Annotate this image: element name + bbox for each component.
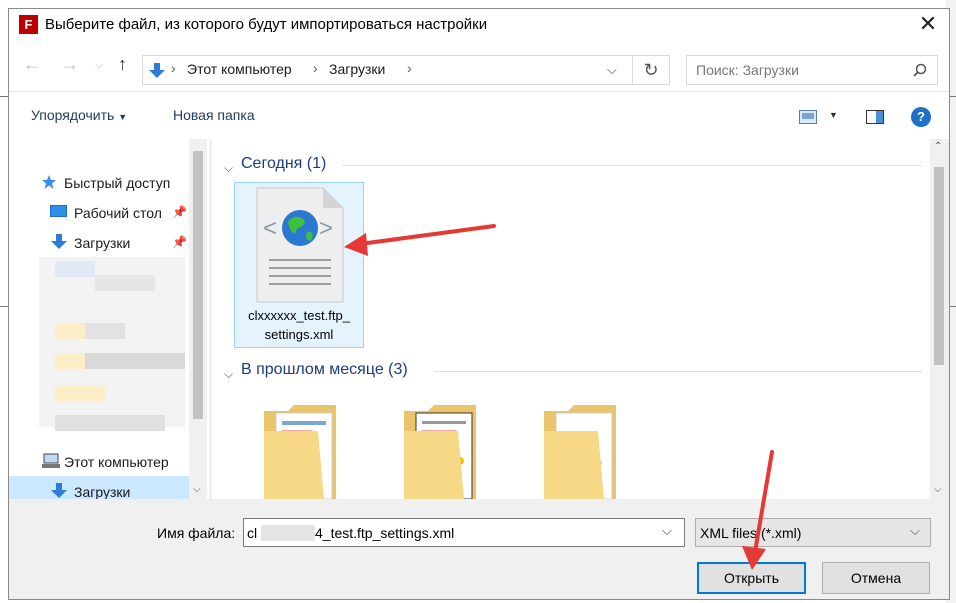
- search-box[interactable]: Поиск: Загрузки: [686, 55, 938, 85]
- organize-button[interactable]: Упорядочить ▼: [31, 107, 127, 123]
- navigation-pane: Быстрый доступ Рабочий стол 📌 Загрузки 📌…: [9, 139, 209, 506]
- desktop-icon: [50, 205, 67, 217]
- organize-dropdown-icon: ▼: [118, 112, 128, 122]
- address-bar[interactable]: › Этот компьютер › Загрузки › ⌵: [142, 55, 633, 85]
- breadcrumb-this-pc[interactable]: Этот компьютер: [187, 61, 292, 77]
- redacted-block: [85, 353, 185, 369]
- scroll-down-icon[interactable]: ⌵: [193, 484, 201, 495]
- filetype-dropdown-icon[interactable]: ⌵: [910, 523, 920, 539]
- redacted-block: [55, 385, 105, 401]
- redacted-block: [55, 415, 165, 431]
- filename-dropdown-icon[interactable]: ⌵: [662, 523, 672, 539]
- folder-icon[interactable]: [542, 401, 622, 499]
- breadcrumb-downloads[interactable]: Загрузки: [329, 61, 385, 77]
- file-list: ⌵ Сегодня (1) < > clxxxxxx_test.ftp_ set…: [212, 139, 930, 499]
- redacted-block: [55, 353, 85, 369]
- group-header-last-month[interactable]: В прошлом месяце (3): [241, 361, 408, 379]
- downloads-arrow-icon: [51, 483, 67, 498]
- search-icon: [913, 63, 927, 77]
- filename-suffix: 4_test.ftp_settings.xml: [315, 525, 455, 541]
- sidebar-item-this-pc[interactable]: Этот компьютер: [64, 454, 169, 470]
- filetype-value: XML files (*.xml): [700, 525, 802, 541]
- downloads-arrow-icon: [51, 234, 67, 249]
- filename-prefix: cl: [247, 525, 258, 541]
- collapse-chevron-icon[interactable]: ⌵: [224, 161, 233, 176]
- quick-access-item[interactable]: Быстрый доступ: [64, 175, 170, 191]
- filename-label: Имя файла:: [157, 525, 236, 541]
- open-button[interactable]: Открыть: [697, 562, 806, 594]
- dialog-title: Выберите файл, из которого будут импорти…: [45, 16, 488, 33]
- recent-locations-chevron-icon[interactable]: ⌵: [95, 59, 103, 72]
- sidebar-item-desktop[interactable]: Рабочий стол: [74, 205, 162, 221]
- svg-text:>: >: [319, 215, 333, 242]
- search-placeholder: Поиск: Загрузки: [696, 62, 799, 78]
- redacted-block: [95, 275, 155, 291]
- navigation-row: ← → ⌵ ↑ › Этот компьютер › Загрузки › ⌵ …: [9, 41, 949, 91]
- downloads-arrow-icon: [149, 63, 165, 78]
- breadcrumb-chevron-icon: ›: [313, 60, 318, 76]
- close-button[interactable]: ✕: [907, 9, 949, 41]
- folder-icon[interactable]: [402, 401, 482, 499]
- sidebar-item-downloads-label: Загрузки: [74, 484, 131, 500]
- view-options-icon[interactable]: [799, 110, 817, 124]
- back-arrow-icon[interactable]: ←: [23, 54, 41, 75]
- address-dropdown-icon[interactable]: ⌵: [607, 62, 617, 78]
- group-divider: [342, 165, 922, 166]
- group-header-today[interactable]: Сегодня (1): [241, 155, 326, 173]
- filezilla-app-icon: F: [19, 15, 38, 34]
- computer-icon: [42, 453, 60, 468]
- scroll-up-icon[interactable]: ⌃: [934, 141, 942, 152]
- sidebar-item-downloads-pinned[interactable]: Загрузки: [74, 235, 130, 251]
- pin-icon: 📌: [172, 235, 187, 249]
- collapse-chevron-icon[interactable]: ⌵: [224, 367, 233, 382]
- close-icon: ✕: [918, 11, 938, 36]
- command-bar: Упорядочить ▼ Новая папка ▼ ?: [9, 91, 949, 139]
- navigation-scrollbar[interactable]: ⌵: [189, 139, 207, 499]
- pin-icon: 📌: [172, 205, 187, 219]
- breadcrumb-chevron-icon: ›: [407, 60, 412, 76]
- refresh-icon: ↻: [643, 60, 659, 80]
- selected-file-tile[interactable]: < > clxxxxxx_test.ftp_ settings.xml: [234, 182, 364, 348]
- xml-file-icon: < >: [256, 187, 344, 303]
- filename-input[interactable]: cl 4_test.ftp_settings.xml ⌵: [243, 518, 685, 547]
- scrollbar-thumb[interactable]: [193, 151, 203, 419]
- group-divider: [434, 371, 922, 372]
- svg-text:<: <: [263, 215, 277, 242]
- view-dropdown-icon[interactable]: ▼: [829, 110, 838, 120]
- title-bar: F Выберите файл, из которого будут импор…: [9, 9, 949, 41]
- help-icon[interactable]: ?: [911, 107, 931, 127]
- filetype-select[interactable]: XML files (*.xml) ⌵: [695, 518, 931, 547]
- redacted-block: [55, 261, 95, 277]
- refresh-button[interactable]: ↻: [632, 55, 670, 85]
- bottom-panel: Имя файла: cl 4_test.ftp_settings.xml ⌵ …: [9, 499, 949, 599]
- preview-pane-icon[interactable]: [866, 110, 884, 124]
- file-open-dialog: F Выберите файл, из которого будут импор…: [8, 8, 950, 600]
- organize-label: Упорядочить: [31, 107, 115, 123]
- scrollbar-thumb[interactable]: [934, 167, 944, 365]
- forward-arrow-icon[interactable]: →: [61, 54, 79, 75]
- star-icon: [42, 175, 56, 189]
- redacted-filename-part: [261, 525, 315, 541]
- redacted-block: [85, 323, 125, 339]
- file-name-line2: settings.xml: [264, 327, 334, 342]
- new-folder-button[interactable]: Новая папка: [173, 107, 255, 123]
- redacted-block: [55, 323, 85, 339]
- breadcrumb-chevron-icon: ›: [171, 60, 176, 76]
- up-arrow-icon[interactable]: ↑: [118, 54, 127, 75]
- scroll-down-icon[interactable]: ⌵: [934, 484, 942, 495]
- cancel-button[interactable]: Отмена: [822, 562, 930, 594]
- file-list-scrollbar[interactable]: ⌃ ⌵: [930, 139, 948, 499]
- file-name-line1: clxxxxxx_test.ftp_: [248, 308, 350, 323]
- folder-icon[interactable]: [262, 401, 342, 499]
